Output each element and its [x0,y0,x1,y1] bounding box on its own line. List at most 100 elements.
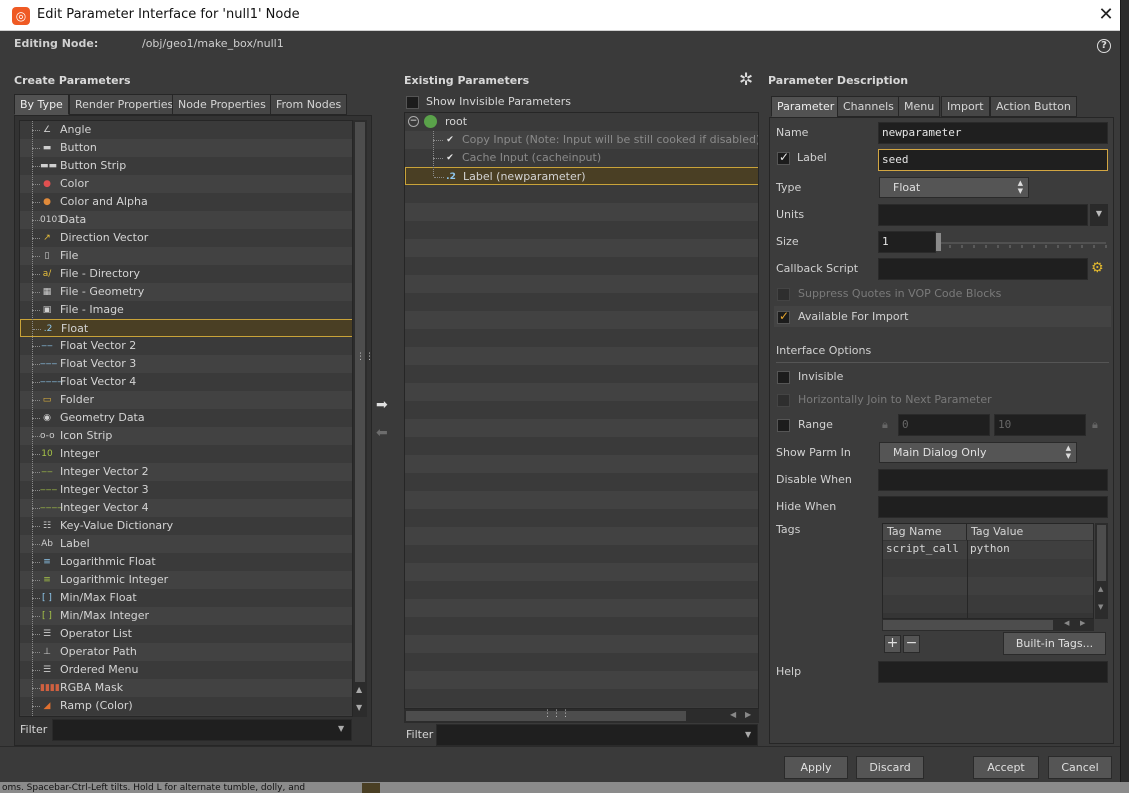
help-icon[interactable]: ? [1097,39,1111,53]
tab-render-properties[interactable]: Render Properties [69,94,180,115]
list-item[interactable]: ● Color and Alpha [20,193,352,211]
suppress-quotes-checkbox[interactable] [777,288,790,301]
existing-filter-dropdown-icon[interactable]: ▼ [745,730,751,739]
range-max-input[interactable]: 10 [994,414,1086,436]
list-item[interactable]: ↗ Direction Vector [20,229,352,247]
apply-button[interactable]: Apply [784,756,848,779]
built-in-tags-button[interactable]: Built-in Tags... [1003,632,1106,655]
table-row[interactable]: script_call python [883,541,1093,559]
list-item[interactable]: [ ] Min/Max Integer [20,607,352,625]
tab-action-button[interactable]: Action Button [990,96,1077,117]
show-invisible-checkbox[interactable] [406,96,419,109]
scroll-right-icon[interactable]: ▶ [745,710,751,719]
list-item[interactable]: ‒‒ Float Vector 2 [20,337,352,355]
tab-import[interactable]: Import [941,96,990,117]
list-item[interactable]: ∠ Angle [20,121,352,139]
list-item[interactable]: ‒‒ Integer Vector 2 [20,463,352,481]
type-select[interactable]: Float ▲ ▼ [879,177,1029,198]
tags-header-name[interactable]: Tag Name [883,524,967,540]
help-input[interactable] [878,661,1108,683]
list-item[interactable]: 10 Integer [20,445,352,463]
tags-scroll-right-icon[interactable]: ▶ [1080,619,1085,627]
tags-vscroll-thumb[interactable] [1097,525,1106,581]
filter-dropdown-icon[interactable]: ▼ [338,724,344,733]
tags-scroll-down-icon[interactable]: ▼ [1098,603,1103,611]
tags-scroll-left-icon[interactable]: ◀ [1064,619,1069,627]
tags-header-value[interactable]: Tag Value [967,524,1093,540]
tree-row[interactable]: ✔ Cache Input (cacheinput) [405,149,758,167]
create-filter-input[interactable] [52,719,352,741]
size-slider[interactable] [936,231,1109,253]
list-item[interactable]: ▬ Button [20,139,352,157]
tags-vscrollbar[interactable]: ▲ ▼ [1095,523,1108,619]
list-item[interactable]: ▭ Folder [20,391,352,409]
tab-parameter[interactable]: Parameter [771,96,841,117]
list-item[interactable]: ▬▬ Button Strip [20,157,352,175]
remove-tag-button[interactable]: − [903,635,920,653]
create-list-scrollbar[interactable]: ▲ ▼ [353,120,367,717]
scroll-left-icon[interactable]: ◀ [730,710,736,719]
scroll-up-icon[interactable]: ▲ [356,685,362,694]
tags-hscroll-thumb[interactable] [883,620,1053,630]
list-item[interactable]: ‒‒‒ Integer Vector 3 [20,481,352,499]
invisible-checkbox[interactable] [777,371,790,384]
show-parm-in-select[interactable]: Main Dialog Only ▲ ▼ [879,442,1077,463]
remove-parameter-arrow-icon[interactable]: ⬅ [376,425,388,441]
range-max-lock-icon[interactable]: 🔒︎ [1092,418,1098,432]
hjoin-checkbox[interactable] [777,394,790,407]
create-list-scroll-thumb[interactable] [355,122,365,682]
tag-value-cell[interactable]: python [970,542,1010,555]
list-item[interactable]: a/File - Directory [20,265,352,283]
tab-by-type[interactable]: By Type [14,94,69,115]
list-item[interactable]: ‒‒‒‒ Float Vector 4 [20,373,352,391]
range-checkbox[interactable] [777,419,790,432]
disable-when-input[interactable] [878,469,1108,491]
scroll-down-icon[interactable]: ▼ [356,703,362,712]
list-item[interactable]: ‒‒‒‒ Integer Vector 4 [20,499,352,517]
add-parameter-arrow-icon[interactable]: ➡ [376,397,388,413]
existing-hscrollbar[interactable]: ⋮⋮⋮ ◀ ▶ [404,709,759,723]
units-input[interactable] [878,204,1088,226]
label-checkbox[interactable]: ✓ [777,150,790,165]
list-item[interactable]: o-o Icon Strip [20,427,352,445]
list-item[interactable]: ▦ File - Geometry [20,283,352,301]
tab-node-properties[interactable]: Node Properties [172,94,272,115]
list-item[interactable]: ≡ Logarithmic Integer [20,571,352,589]
tree-row[interactable]: ✔ Copy Input (Note: Input will be still c… [405,131,758,149]
size-input[interactable]: 1 [878,231,936,253]
close-icon[interactable]: ✕ [1096,4,1116,25]
cancel-button[interactable]: Cancel [1048,756,1112,779]
range-min-lock-icon[interactable]: 🔒︎ [882,418,888,432]
list-item[interactable]: [ ] Min/Max Float [20,589,352,607]
list-item[interactable]: ● Color [20,175,352,193]
add-tag-button[interactable]: + [884,635,901,653]
label-input[interactable]: seed [878,149,1108,171]
tree-row[interactable]: .2 Label (newparameter) [405,167,758,185]
list-item[interactable]: ☰ Operator List [20,625,352,643]
gear-icon[interactable]: ✲ [739,70,753,90]
list-item[interactable]: 0101 Data [20,211,352,229]
range-min-input[interactable]: 0 [898,414,990,436]
list-item[interactable]: ▮▮▮▮ RGBA Mask [20,679,352,697]
available-import-checkbox[interactable]: ✓ [777,309,790,324]
list-item[interactable]: Ab Label [20,535,352,553]
python-icon[interactable]: ⚙ [1091,260,1104,276]
tree-row[interactable]: − root [405,113,758,131]
list-item[interactable]: .2 Float [20,319,352,337]
tags-hscrollbar[interactable]: ◀ ▶ [882,619,1094,631]
hide-when-input[interactable] [878,496,1108,518]
name-input[interactable]: newparameter [878,122,1108,144]
existing-filter-input[interactable] [436,724,758,746]
splitter-grip-icon[interactable]: ⋮⋮ [356,352,374,362]
list-item[interactable]: ☰ Ordered Menu [20,661,352,679]
accept-button[interactable]: Accept [973,756,1039,779]
list-item[interactable]: ▯ File [20,247,352,265]
tags-scroll-up-icon[interactable]: ▲ [1098,585,1103,593]
list-item[interactable]: ▣ File - Image [20,301,352,319]
list-item[interactable]: ◉ Geometry Data [20,409,352,427]
list-item[interactable]: ‒‒‒ Float Vector 3 [20,355,352,373]
callback-script-input[interactable] [878,258,1088,280]
list-item[interactable]: ◢ Ramp (Color) [20,697,352,715]
tab-from-nodes[interactable]: From Nodes [270,94,348,115]
discard-button[interactable]: Discard [856,756,924,779]
